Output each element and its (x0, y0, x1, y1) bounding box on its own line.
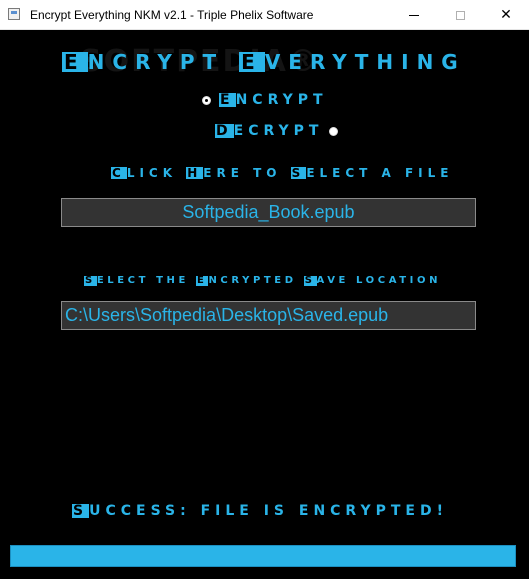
select-file-link[interactable]: CLICK HERE TO SELECT A FILE (111, 166, 454, 180)
encrypt-radio-option[interactable]: ENCRYPT (202, 92, 328, 108)
encrypt-radio[interactable] (202, 95, 211, 105)
close-icon: ✕ (500, 7, 512, 23)
minimize-icon (409, 14, 419, 16)
selected-file-field[interactable]: Softpedia_Book.epub (61, 198, 476, 227)
save-location-field[interactable]: C:\Users\Softpedia\Desktop\Saved.epub (61, 301, 476, 330)
minimize-button[interactable] (391, 0, 437, 30)
maximize-button[interactable] (437, 0, 483, 30)
maximize-icon (455, 10, 465, 20)
decrypt-radio-option[interactable]: DECRYPT (215, 123, 339, 139)
title-bar: Encrypt Everything NKM v2.1 - Triple Phe… (0, 0, 529, 30)
decrypt-label: DECRYPT (215, 123, 324, 139)
app-heading: E NCRYPT E VERYTHING (62, 50, 466, 74)
window-title: Encrypt Everything NKM v2.1 - Triple Phe… (30, 8, 314, 22)
progress-bar (10, 545, 516, 567)
status-message: SUCCESS: FILE IS ENCRYPTED! (72, 503, 448, 519)
decrypt-radio[interactable] (329, 126, 339, 136)
close-button[interactable]: ✕ (483, 0, 529, 30)
encrypt-label: ENCRYPT (219, 92, 328, 108)
app-icon (8, 8, 20, 20)
save-location-link[interactable]: SELECT THE ENCRYPTED SAVE LOCATION (84, 275, 441, 286)
